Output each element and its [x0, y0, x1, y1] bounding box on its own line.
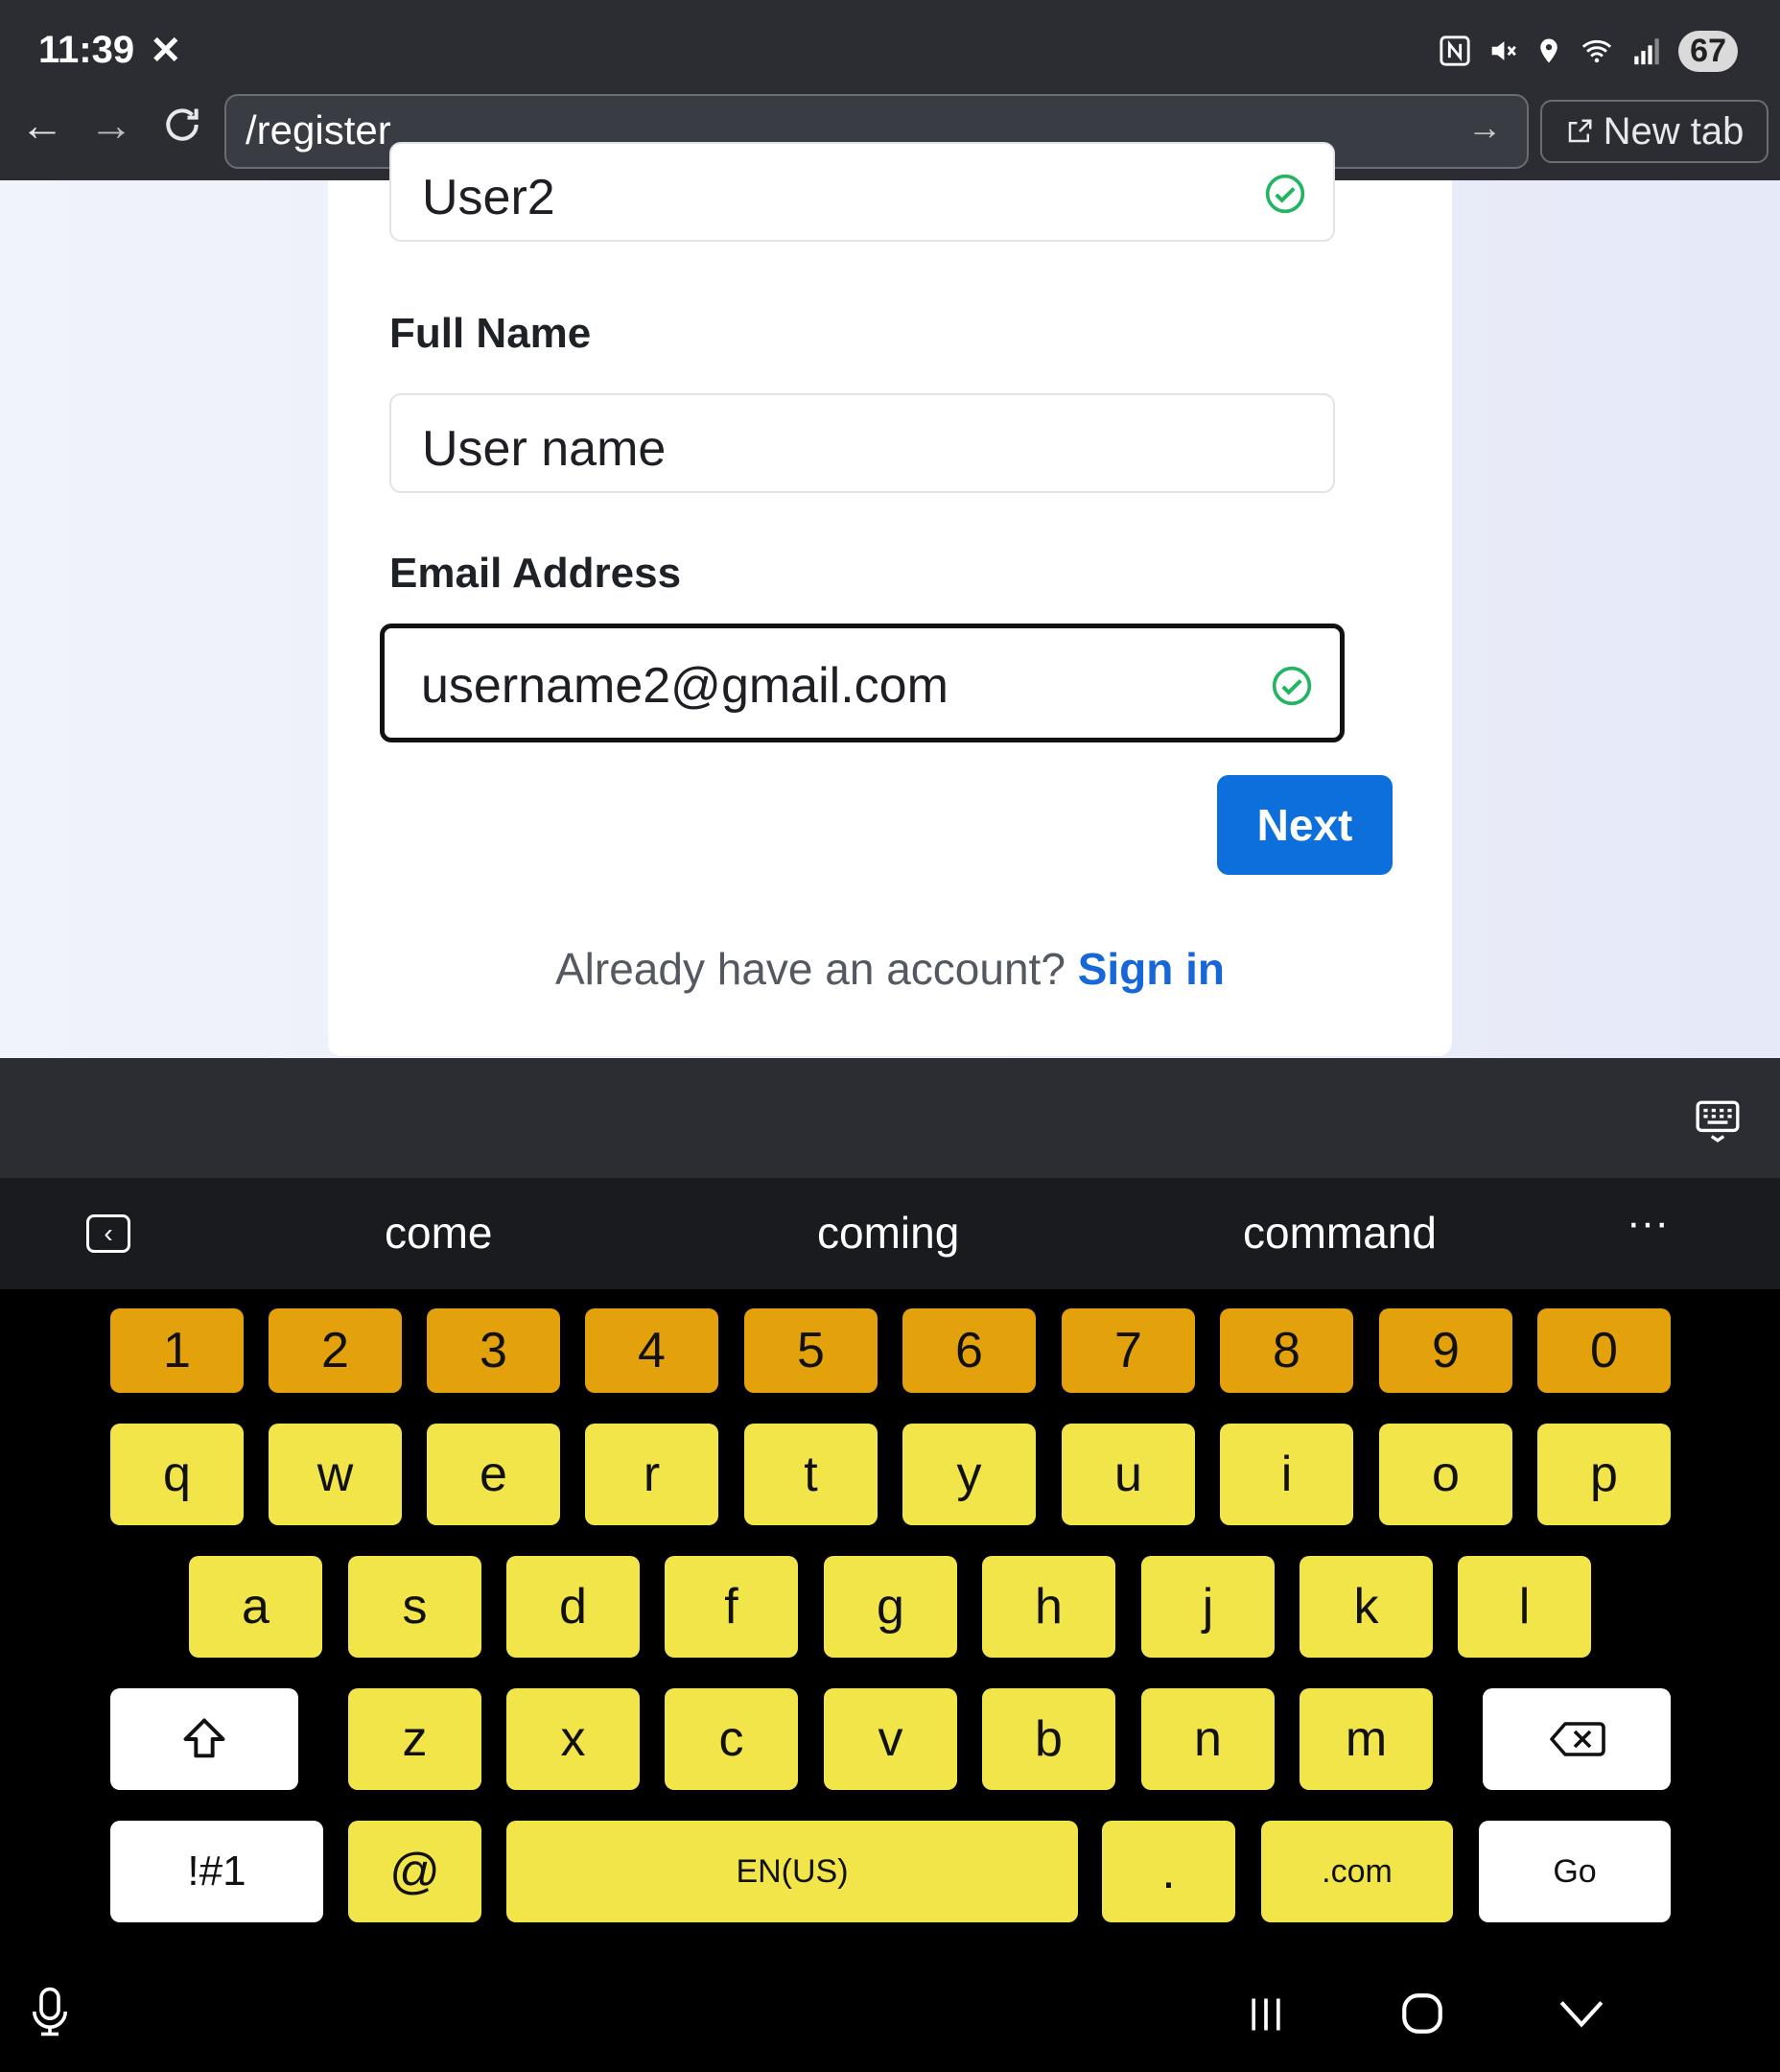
- more-options-icon[interactable]: ···: [1627, 1199, 1669, 1247]
- key-r[interactable]: r: [585, 1424, 718, 1525]
- location-icon: [1540, 38, 1558, 63]
- suggestion-bar: ‹ come coming command ···: [0, 1178, 1780, 1289]
- reload-icon[interactable]: [153, 96, 211, 153]
- key-n[interactable]: n: [1141, 1688, 1275, 1790]
- back-arrow-icon[interactable]: ←: [13, 96, 71, 153]
- check-circle-icon: [1265, 174, 1305, 214]
- collapse-keyboard-icon[interactable]: [1558, 1997, 1605, 2032]
- key-i[interactable]: i: [1220, 1424, 1353, 1525]
- key-z[interactable]: z: [348, 1688, 481, 1790]
- key-q[interactable]: q: [110, 1424, 244, 1525]
- key-1[interactable]: 1: [110, 1308, 244, 1393]
- toolbar-back-icon[interactable]: ‹: [86, 1214, 130, 1253]
- key-e[interactable]: e: [427, 1424, 560, 1525]
- email-field[interactable]: username2@gmail.com: [380, 624, 1345, 742]
- mute-icon: [1491, 41, 1517, 60]
- shift-key[interactable]: [110, 1688, 298, 1790]
- key-p[interactable]: p: [1537, 1424, 1671, 1525]
- status-time: 11:39: [38, 29, 135, 71]
- keyboard-hide-icon[interactable]: [1694, 1096, 1742, 1144]
- period-key[interactable]: .: [1102, 1821, 1235, 1922]
- external-link-icon: [1568, 119, 1592, 143]
- full-name-field[interactable]: User name: [389, 393, 1335, 493]
- shift-arrow-icon: [183, 1718, 225, 1758]
- signal-icon: [1634, 38, 1659, 65]
- key-s[interactable]: s: [348, 1556, 481, 1658]
- full-name-label: Full Name: [389, 310, 592, 357]
- home-icon[interactable]: [1398, 1990, 1446, 2037]
- symbols-key[interactable]: !#1: [110, 1821, 323, 1922]
- register-page: User2 Full Name User name Email Address …: [0, 142, 1780, 1058]
- at-key[interactable]: @: [348, 1821, 481, 1922]
- full-name-value: User name: [422, 421, 667, 477]
- register-card: User2 Full Name User name Email Address …: [328, 142, 1452, 1056]
- email-value: username2@gmail.com: [421, 658, 949, 714]
- email-label: Email Address: [389, 550, 682, 597]
- key-9[interactable]: 9: [1379, 1308, 1512, 1393]
- key-g[interactable]: g: [824, 1556, 957, 1658]
- suggestion-item[interactable]: come: [385, 1207, 492, 1259]
- backspace-key[interactable]: [1483, 1688, 1671, 1790]
- key-3[interactable]: 3: [427, 1308, 560, 1393]
- url-text: /register: [246, 107, 391, 153]
- battery-indicator: 67: [1678, 30, 1738, 72]
- key-v[interactable]: v: [824, 1688, 957, 1790]
- key-h[interactable]: h: [982, 1556, 1115, 1658]
- new-tab-label: New tab: [1603, 109, 1745, 153]
- status-icons: 67: [1439, 27, 1738, 75]
- new-tab-button[interactable]: New tab: [1540, 100, 1768, 163]
- key-y[interactable]: y: [902, 1424, 1036, 1525]
- suggestion-item[interactable]: coming: [817, 1207, 959, 1259]
- key-l[interactable]: l: [1458, 1556, 1591, 1658]
- key-0[interactable]: 0: [1537, 1308, 1671, 1393]
- suggestion-item[interactable]: command: [1243, 1207, 1437, 1259]
- check-circle-icon: [1272, 666, 1312, 706]
- key-t[interactable]: t: [744, 1424, 878, 1525]
- keyboard: 1 2 3 4 5 6 7 8 9 0 q w e r t y u i o p …: [0, 1289, 1780, 1982]
- x-app-icon: ✕: [150, 30, 182, 72]
- key-4[interactable]: 4: [585, 1308, 718, 1393]
- forward-arrow-icon[interactable]: →: [82, 96, 140, 153]
- space-key[interactable]: EN(US): [506, 1821, 1078, 1922]
- key-d[interactable]: d: [506, 1556, 640, 1658]
- sign-in-link[interactable]: Sign in: [1078, 944, 1225, 994]
- key-a[interactable]: a: [189, 1556, 322, 1658]
- key-8[interactable]: 8: [1220, 1308, 1353, 1393]
- key-6[interactable]: 6: [902, 1308, 1036, 1393]
- backspace-icon: [1550, 1722, 1605, 1756]
- dotcom-key[interactable]: .com: [1261, 1821, 1453, 1922]
- key-b[interactable]: b: [982, 1688, 1115, 1790]
- next-button[interactable]: Next: [1217, 775, 1393, 875]
- key-7[interactable]: 7: [1062, 1308, 1195, 1393]
- key-x[interactable]: x: [506, 1688, 640, 1790]
- username-field[interactable]: User2: [389, 142, 1335, 242]
- recent-apps-icon[interactable]: [1245, 1993, 1287, 2036]
- reload-svg: [166, 108, 199, 141]
- already-have-account-text: Already have an account?: [554, 944, 1066, 994]
- sign-in-prompt: Already have an account? Sign in: [328, 943, 1452, 995]
- key-w[interactable]: w: [269, 1424, 402, 1525]
- username-value: User2: [422, 170, 555, 225]
- key-j[interactable]: j: [1141, 1556, 1275, 1658]
- go-key[interactable]: Go: [1479, 1821, 1671, 1922]
- key-u[interactable]: u: [1062, 1424, 1195, 1525]
- go-arrow-icon[interactable]: →: [1467, 107, 1502, 148]
- key-o[interactable]: o: [1379, 1424, 1512, 1525]
- key-c[interactable]: c: [665, 1688, 798, 1790]
- key-f[interactable]: f: [665, 1556, 798, 1658]
- key-5[interactable]: 5: [744, 1308, 878, 1393]
- microphone-icon[interactable]: [29, 1986, 71, 2037]
- wifi-icon: [1582, 39, 1612, 63]
- key-2[interactable]: 2: [269, 1308, 402, 1393]
- key-k[interactable]: k: [1300, 1556, 1433, 1658]
- key-m[interactable]: m: [1300, 1688, 1433, 1790]
- nfc-icon: [1440, 35, 1470, 66]
- keyboard-toolbar: [0, 1058, 1780, 1178]
